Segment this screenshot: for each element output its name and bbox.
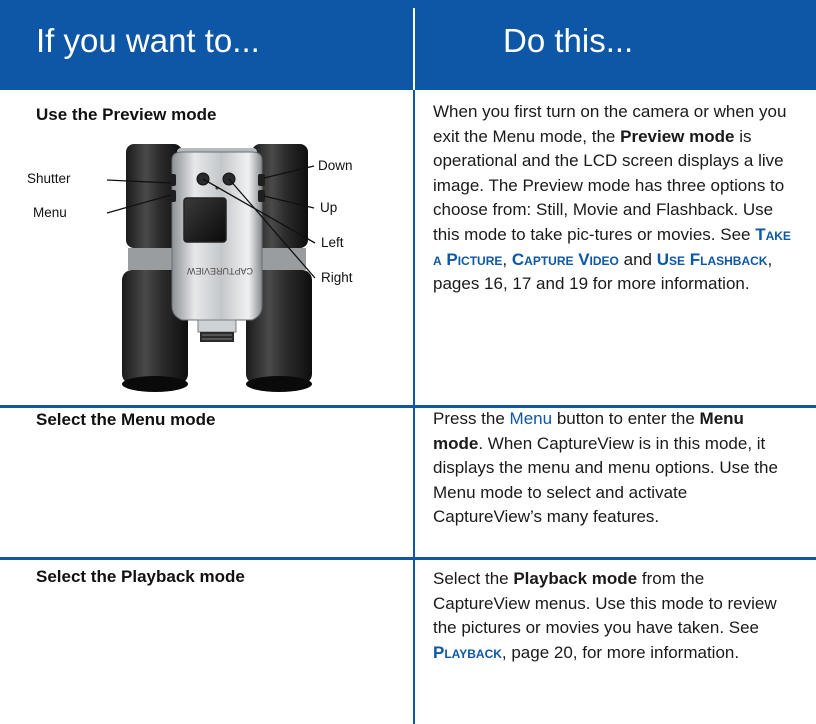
row-label-menu-mode: Select the Menu mode bbox=[36, 410, 216, 429]
callout-menu: Menu bbox=[33, 205, 67, 220]
text-span: and bbox=[623, 249, 652, 269]
callout-left: Left bbox=[321, 235, 344, 250]
column-header-if-you-want-to: If you want to... bbox=[36, 22, 260, 59]
text-span: Select the bbox=[433, 569, 509, 588]
row-divider-2 bbox=[0, 557, 816, 560]
callout-up: Up bbox=[320, 200, 338, 215]
bold-term-preview-mode: Preview mode bbox=[620, 126, 735, 146]
link-capture-video[interactable]: Capture Video bbox=[512, 250, 619, 269]
down-button[interactable] bbox=[258, 174, 265, 186]
header-divider bbox=[413, 8, 415, 90]
row-text-menu-mode: Press the Menu button to enter the Menu … bbox=[433, 407, 793, 530]
row-text-preview-mode: When you first turn on the camera or whe… bbox=[433, 100, 793, 297]
bold-term-playback-mode: Playback mode bbox=[513, 569, 638, 588]
menu-button[interactable] bbox=[169, 190, 176, 202]
text-span: button to enter the bbox=[556, 409, 695, 428]
callout-down: Down bbox=[318, 158, 353, 173]
row-text-playback-mode: Select the Playback mode from the Captur… bbox=[433, 567, 793, 665]
row-label-playback-mode: Select the Playback mode bbox=[36, 567, 245, 586]
camera-body bbox=[171, 148, 263, 342]
table-header: If you want to... Do this... bbox=[0, 0, 816, 90]
lcd-screen bbox=[183, 197, 227, 243]
text-span: . When CaptureView is in this mode, it d… bbox=[433, 433, 778, 527]
camera-illustration: CAPTUREVIEW bbox=[106, 144, 316, 392]
row-label-preview-mode: Use the Preview mode bbox=[36, 105, 217, 124]
shutter-button[interactable] bbox=[169, 174, 176, 186]
text-span: , bbox=[502, 249, 508, 269]
column-header-do-this: Do this... bbox=[503, 22, 634, 59]
text-span: , page 20, for more information. bbox=[501, 642, 740, 662]
menu-button-reference: Menu bbox=[509, 409, 553, 428]
text-span: Press the bbox=[433, 409, 505, 428]
brand-logo: CAPTUREVIEW bbox=[186, 266, 253, 276]
link-playback[interactable]: Playback bbox=[433, 643, 502, 662]
callout-shutter: Shutter bbox=[27, 171, 71, 186]
callout-right: Right bbox=[321, 270, 353, 285]
text-span: When you first turn on the camera or whe… bbox=[433, 102, 787, 146]
link-use-flashback[interactable]: Use Flashback bbox=[657, 250, 768, 269]
up-button[interactable] bbox=[258, 190, 265, 202]
